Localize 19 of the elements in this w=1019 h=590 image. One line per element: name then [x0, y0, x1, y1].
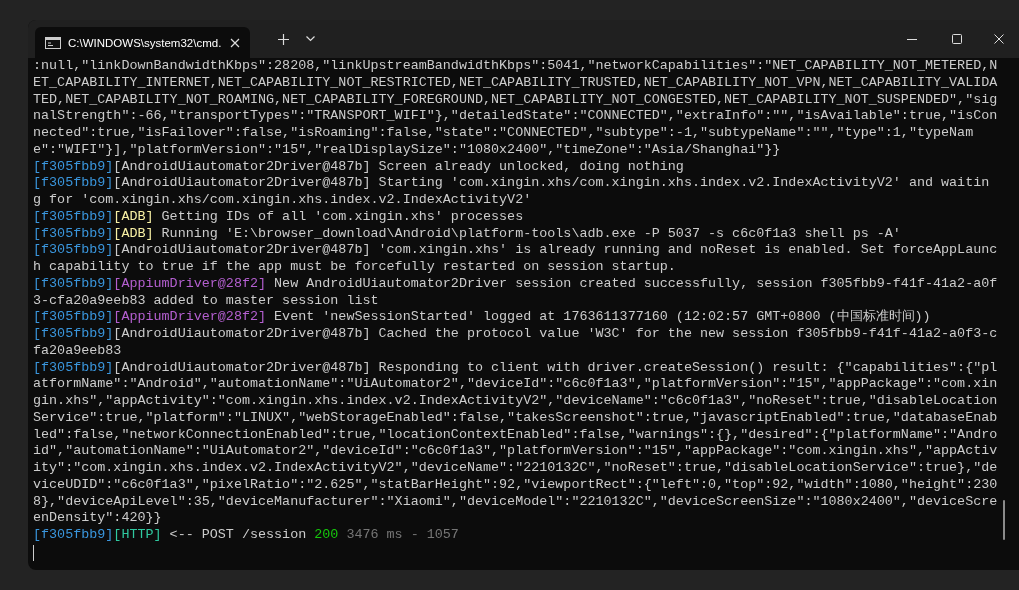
log-line: [f305fbb9][AndroidUiautomator2Driver@487b] Screen already unlocked, doing nothing: [33, 158, 685, 176]
log-line: [f305fbb9][HTTP] <-- POST /session 200 3476 ms - 1057: [33, 527, 460, 544]
text-cursor: [33, 544, 34, 561]
log-line: [f305fbb9][AndroidUiautomator2Driver@487b] Starting 'com.xingin.xhs/com.xingin.xhs.index.v2.IndexActivityV2' and waiting for 'com.xingin.xhs/com.xingin.xhs.index.v2.IndexActivityV2': [33, 175, 991, 209]
terminal-icon: [45, 36, 61, 49]
log-line: [f305fbb9][AndroidUiautomator2Driver@487b] Cached the protocol value 'W3C' for the new session f305fbb9-f41f-41a2-a0f3-cfa20a9eeb83: [33, 326, 999, 360]
log-line: :null,"linkDownBandwidthKbps":28208,"linkUpstreamBandwidthKbps":5041,"networkCapabilities":"NET_CAPABILITY_NOT_METERED,NET_CAPABILITY_INTERNET,NET_CAPABILITY_NOT_RESTRICTED,NET_CAPABILITY_TRUSTED,NET_CAPABILITY_NOT_VPN,NET_CAPABILITY_VALIDATED,NET_CAPABILITY_NOT_ROAMING,NET_CAPABILITY_FOREGROUND,NET_CAPABILITY_NOT_CONGESTED,NET_CAPABILITY_NOT_SUSPENDED","signalStrength":-66,"transportTypes":"TRANSPORT_WIFI"},"detailedState":"CONNECTED","extraInfo":"","isAvailable":true,"isConnected":true,"isFailover":false,"isRoaming":false,"state":"CONNECTED","subtype":-1,"subtypeName":"","type":1,"typeName":"WIFI"}],"platformVersion":"15","realDisplaySize":"1080x2400","timeZone":"Asia/Shanghai"}}: [33, 58, 999, 159]
terminal-tab[interactable]: C:\WINDOWS\system32\cmd.: [35, 27, 251, 58]
log-line: [f305fbb9][ADB] Running 'E:\browser_download\Android\platform-tools\adb.exe -P 5037 -s c6c0f1a3 shell ps -A': [33, 225, 902, 243]
log-line: [f305fbb9][AndroidUiautomator2Driver@487b] Responding to client with driver.createSession() result: {"capabilities":{"platformName":"Android","automationName":"UiAutomator2","deviceId":"c6c0f1a3","platformVersion":"15","appPackage":"com.xingin.xhs","appActivity":"com.xingin.xhs.index.v2.IndexActivityV2","deviceName":"c6c0f1a3","noReset":true,"disableLocationService":true,"platform":"LINUX","webStorageEnabled":false,"takesScreenshot":true,"javascriptEnabled":true,"databaseEnabled":false,"networkConnectionEnabled":true,"locationContextEnabled":false,"warnings":{},"desired":{"platformName":"Android","automationName":"UiAutomator2","deviceId":"c6c0f1a3","platformVersion":"15","appPackage":"com.xingin.xhs","appActivity":"com.xingin.xhs.index.v2.IndexActivityV2","deviceName":"2210132C","noReset":true,"disableLocationService":true},"deviceUDID":"c6c0f1a3","pixelRatio":"2.625","statBarHeight":92,"viewportRect":{"left":0,"top":92,"width":1080,"height":2308},"deviceApiLevel":35,"deviceManufacturer":"Xiaomi","deviceModel":"2210132C","deviceScreenSize":"1080x2400","deviceScreenDensity":420}}: [33, 359, 999, 527]
minimize-icon[interactable]: [906, 38, 917, 40]
scrollbar-thumb[interactable]: [1003, 500, 1005, 540]
tab-title: C:\WINDOWS\system32\cmd.: [68, 36, 222, 49]
log-line: [f305fbb9][AppiumDriver@28f2] Event 'newSessionStarted' logged at 1763611377160 (12:02:57 GMT+0800 (中国标准时间)): [33, 309, 932, 326]
close-icon[interactable]: [994, 34, 1004, 44]
log-line: [f305fbb9][ADB] Getting IDs of all 'com.xingin.xhs' processes: [33, 208, 525, 226]
log-line: [f305fbb9][AppiumDriver@28f2] New AndroidUiautomator2Driver session created successfully, session f305fbb9-f41f-41a2-a0f3-cfa20a9eeb83 added to master session list: [33, 275, 999, 309]
maximize-icon[interactable]: [951, 34, 962, 44]
log-line: [f305fbb9][AndroidUiautomator2Driver@487b] 'com.xingin.xhs' is already running and noReset is enabled. Set forceAppLaunch capability to true if the app must be forcefully restarted on session startup.: [33, 242, 999, 276]
